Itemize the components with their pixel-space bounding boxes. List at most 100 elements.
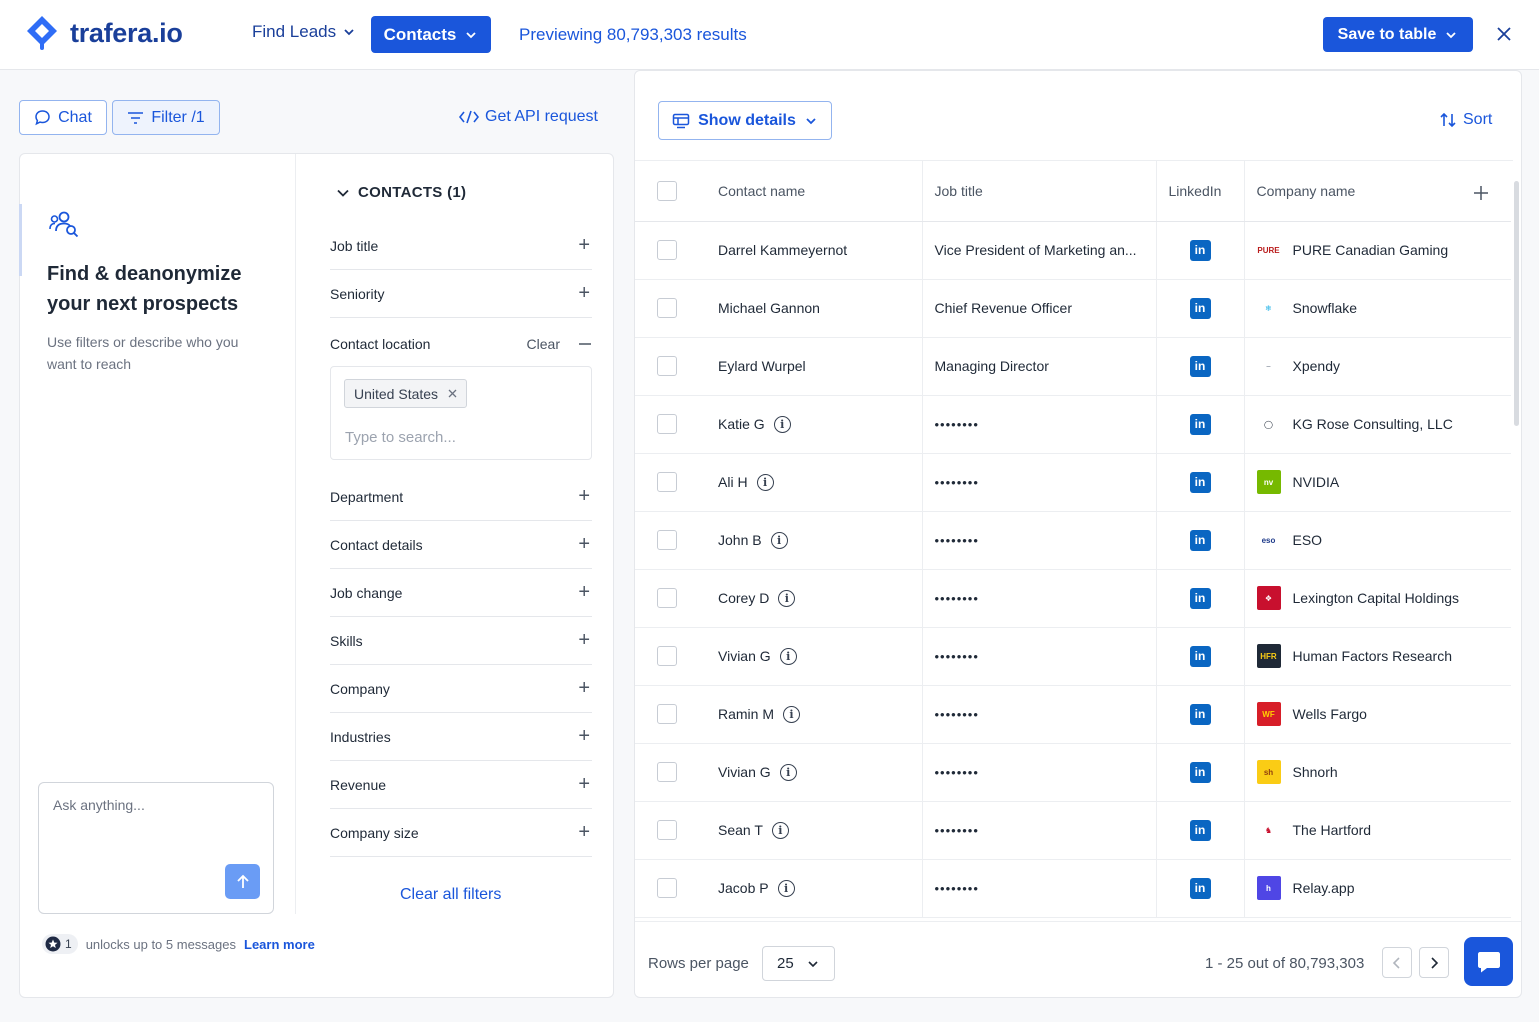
info-icon[interactable]: i	[778, 589, 796, 607]
close-icon[interactable]	[448, 389, 457, 398]
filter-contact-location[interactable]: Contact location Clear	[330, 322, 592, 366]
info-icon[interactable]: i	[783, 705, 801, 723]
ask-input[interactable]	[53, 797, 253, 813]
filter-company[interactable]: Company +	[330, 665, 592, 713]
contacts-section-toggle[interactable]: CONTACTS (1)	[336, 184, 466, 201]
table-row[interactable]: Katie G i •••••••• in ◯ KG Rose Consulting, L…	[635, 395, 1511, 454]
table-row[interactable]: Michael Gannon Chief Revenue Officer in ❄ Sn…	[635, 279, 1511, 338]
contact-name[interactable]: Ali H	[718, 474, 748, 490]
row-checkbox[interactable]	[657, 588, 677, 608]
info-icon[interactable]: i	[756, 473, 774, 491]
row-checkbox[interactable]	[657, 472, 677, 492]
contact-name[interactable]: Katie G	[718, 416, 765, 432]
filter-tab[interactable]: Filter /1	[112, 100, 220, 135]
select-all-checkbox[interactable]	[657, 180, 677, 201]
table-row[interactable]: John B i •••••••• in eso ESO	[635, 511, 1511, 570]
table-row[interactable]: Darrel Kammeyernot Vice President of Mark…	[635, 221, 1511, 280]
add-column-button[interactable]	[1473, 181, 1489, 207]
row-checkbox[interactable]	[657, 356, 677, 376]
save-to-table-button[interactable]: Save to table	[1323, 17, 1473, 52]
minus-icon[interactable]	[578, 337, 592, 351]
table-row[interactable]: Ali H i •••••••• in nv NVIDIA	[635, 453, 1511, 512]
filter-industries[interactable]: Industries +	[330, 713, 592, 761]
info-icon[interactable]: i	[771, 821, 789, 839]
info-icon[interactable]: i	[770, 531, 788, 549]
company-name[interactable]: Human Factors Research	[1293, 648, 1453, 664]
company-name[interactable]: NVIDIA	[1293, 474, 1340, 490]
info-icon[interactable]: i	[779, 647, 797, 665]
get-api-request-link[interactable]: Get API request	[459, 108, 598, 126]
filter-skills[interactable]: Skills +	[330, 617, 592, 665]
learn-more-link[interactable]: Learn more	[244, 937, 315, 952]
company-name[interactable]: Xpendy	[1293, 358, 1340, 374]
rows-per-page-select[interactable]: 25	[762, 946, 835, 981]
prev-page-button[interactable]	[1382, 947, 1412, 978]
row-checkbox[interactable]	[657, 878, 677, 898]
filter-job-title[interactable]: Job title +	[330, 222, 592, 270]
table-row[interactable]: Corey D i •••••••• in ❖ Lexington Capital Hol…	[635, 569, 1511, 628]
company-name[interactable]: Snowflake	[1293, 300, 1358, 316]
linkedin-icon[interactable]: in	[1189, 703, 1211, 725]
close-button[interactable]	[1493, 22, 1515, 46]
company-name[interactable]: PURE Canadian Gaming	[1293, 242, 1449, 258]
contact-name[interactable]: Michael Gannon	[718, 300, 820, 316]
send-button[interactable]	[225, 864, 260, 899]
table-row[interactable]: Vivian G i •••••••• in sh Shnorh	[635, 743, 1511, 802]
row-checkbox[interactable]	[657, 414, 677, 434]
info-icon[interactable]: i	[773, 415, 791, 433]
table-row[interactable]: Ramin M i •••••••• in WF Wells Fargo	[635, 685, 1511, 744]
row-checkbox[interactable]	[657, 820, 677, 840]
table-row[interactable]: Eylard Wurpel Managing Director in – Xpendy	[635, 337, 1511, 396]
column-header-linkedin[interactable]: LinkedIn	[1155, 161, 1244, 222]
chat-tab[interactable]: Chat	[19, 100, 107, 135]
linkedin-icon[interactable]: in	[1189, 819, 1211, 841]
contact-name[interactable]: Vivian G	[718, 764, 771, 780]
info-icon[interactable]: i	[779, 763, 797, 781]
row-checkbox[interactable]	[657, 530, 677, 550]
linkedin-icon[interactable]: in	[1189, 529, 1211, 551]
show-details-dropdown[interactable]: Show details	[658, 101, 832, 140]
clear-location-button[interactable]: Clear	[527, 336, 560, 352]
contact-name[interactable]: Vivian G	[718, 648, 771, 664]
company-name[interactable]: Shnorh	[1293, 764, 1338, 780]
company-name[interactable]: Lexington Capital Holdings	[1293, 590, 1460, 606]
find-leads-dropdown[interactable]: Find Leads	[252, 22, 356, 42]
sort-button[interactable]: Sort	[1439, 111, 1492, 129]
linkedin-icon[interactable]: in	[1189, 877, 1211, 899]
linkedin-icon[interactable]: in	[1189, 471, 1211, 493]
row-checkbox[interactable]	[657, 762, 677, 782]
filter-company-size[interactable]: Company size +	[330, 809, 592, 857]
location-search-input[interactable]	[345, 429, 565, 446]
brand-logo[interactable]: trafera.io	[24, 14, 183, 52]
company-name[interactable]: Wells Fargo	[1293, 706, 1367, 722]
row-checkbox[interactable]	[657, 704, 677, 724]
linkedin-icon[interactable]: in	[1189, 239, 1211, 261]
filter-seniority[interactable]: Seniority +	[330, 270, 592, 318]
contact-name[interactable]: Sean T	[718, 822, 763, 838]
company-name[interactable]: ESO	[1293, 532, 1323, 548]
contact-name[interactable]: Jacob P	[718, 880, 769, 896]
company-name[interactable]: KG Rose Consulting, LLC	[1293, 416, 1453, 432]
contact-name[interactable]: John B	[718, 532, 762, 548]
filter-revenue[interactable]: Revenue +	[330, 761, 592, 809]
table-row[interactable]: Vivian G i •••••••• in HFR Human Factors Rese…	[635, 627, 1511, 686]
contact-name[interactable]: Darrel Kammeyernot	[718, 242, 847, 258]
linkedin-icon[interactable]: in	[1189, 761, 1211, 783]
linkedin-icon[interactable]: in	[1189, 355, 1211, 377]
filter-job-change[interactable]: Job change +	[330, 569, 592, 617]
filter-contact-details[interactable]: Contact details +	[330, 521, 592, 569]
contact-name[interactable]: Eylard Wurpel	[718, 358, 806, 374]
linkedin-icon[interactable]: in	[1189, 587, 1211, 609]
row-checkbox[interactable]	[657, 240, 677, 260]
table-row[interactable]: Sean T i •••••••• in ♞ The Hartford	[635, 801, 1511, 860]
column-header-contact-name[interactable]: Contact name	[706, 161, 922, 222]
linkedin-icon[interactable]: in	[1189, 413, 1211, 435]
table-row[interactable]: Jacob P i •••••••• in h Relay.app	[635, 859, 1511, 918]
company-name[interactable]: Relay.app	[1293, 880, 1355, 896]
column-header-job-title[interactable]: Job title	[921, 161, 1156, 222]
linkedin-icon[interactable]: in	[1189, 297, 1211, 319]
contact-name[interactable]: Ramin M	[718, 706, 774, 722]
contacts-dropdown[interactable]: Contacts	[371, 16, 491, 53]
row-checkbox[interactable]	[657, 298, 677, 318]
linkedin-icon[interactable]: in	[1189, 645, 1211, 667]
